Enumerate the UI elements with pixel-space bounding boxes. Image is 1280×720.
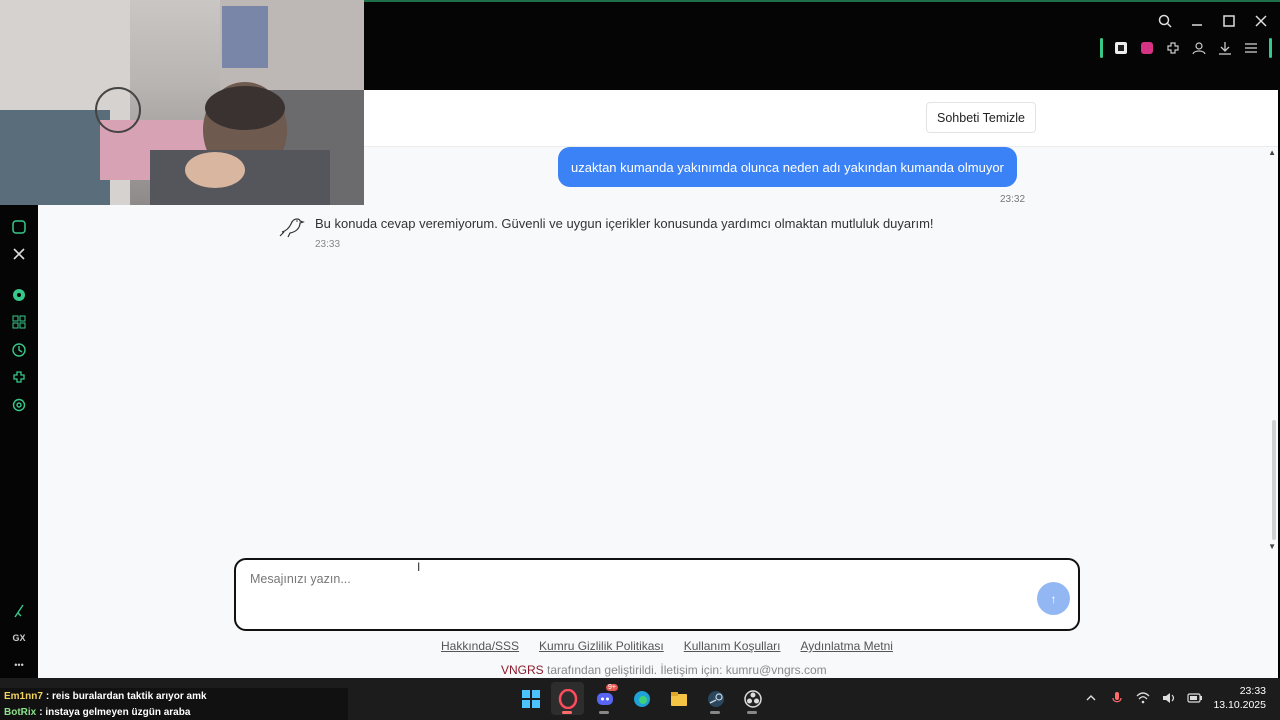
clock-date: 13.10.2025: [1213, 699, 1266, 711]
footer-credit-text: tarafından geliştirildi. İletişim için: …: [543, 663, 827, 677]
scroll-down-arrow-icon[interactable]: ▼: [1268, 542, 1276, 551]
clock-time: 23:33: [1239, 685, 1266, 697]
download-icon[interactable]: [1217, 40, 1233, 56]
extensions-bar: [1100, 38, 1272, 58]
toolbar-divider: [1100, 38, 1103, 58]
footer-link-disclosure[interactable]: Aydınlatma Metni: [800, 639, 893, 653]
discord-app-icon[interactable]: 9+: [588, 682, 621, 715]
steam-app-icon[interactable]: [699, 682, 732, 715]
battery-icon[interactable]: [1187, 690, 1203, 706]
chevron-up-icon[interactable]: [1083, 690, 1099, 706]
windows-start-icon[interactable]: [514, 682, 547, 715]
active-app-indicator: [562, 711, 572, 714]
profile-icon[interactable]: [1191, 40, 1207, 56]
chat-username: BotRix: [4, 706, 37, 718]
history-clock-icon[interactable]: [10, 341, 28, 359]
discord-badge: 9+: [606, 684, 618, 691]
chat-line: Em1nn7: reis buralardan taktik arıyor am…: [0, 688, 348, 704]
search-icon[interactable]: [1156, 12, 1174, 30]
file-explorer-icon[interactable]: [662, 682, 695, 715]
webcam-overlay: [0, 0, 364, 205]
scrollbar-thumb[interactable]: [1272, 420, 1276, 540]
user-message-time: 23:32: [1000, 194, 1026, 205]
sidebar-extensions-icon[interactable]: [10, 368, 28, 386]
microphone-icon[interactable]: [1109, 690, 1125, 706]
chat-text: : instaya gelmeyen üzgün araba: [39, 706, 191, 718]
taskbar-apps: 9+: [514, 682, 769, 715]
messenger-icon[interactable]: [10, 218, 28, 236]
opera-gx-app-icon[interactable]: [551, 682, 584, 715]
cleaner-icon[interactable]: [10, 602, 28, 620]
scroll-up-arrow-icon[interactable]: ▲: [1268, 148, 1276, 157]
volume-icon[interactable]: [1161, 690, 1177, 706]
edge-app-icon[interactable]: [625, 682, 658, 715]
minimize-icon[interactable]: [1188, 12, 1206, 30]
chat-username: Em1nn7: [4, 690, 43, 702]
stream-chat-overlay: Em1nn7: reis buralardan taktik arıyor am…: [0, 688, 348, 720]
message-input-box: ↑: [234, 558, 1080, 631]
window-controls: [1156, 12, 1270, 30]
text-cursor-icon: I: [417, 560, 421, 574]
taskbar-clock[interactable]: 23:33 13.10.2025: [1213, 684, 1266, 712]
footer-link-privacy[interactable]: Kumru Gizlilik Politikası: [539, 639, 664, 653]
bot-message-text: Bu konuda cevap veremiyorum. Güvenli ve …: [315, 216, 934, 231]
chat-line: BotRix: instaya gelmeyen üzgün araba: [0, 704, 348, 720]
send-button[interactable]: ↑: [1037, 582, 1070, 615]
footer-credit: VNGRS tarafından geliştirildi. İletişim …: [501, 663, 827, 677]
footer-link-terms[interactable]: Kullanım Koşulları: [684, 639, 781, 653]
settings-gear-icon[interactable]: [10, 396, 28, 414]
footer-links: Hakkında/SSS Kumru Gizlilik Politikası K…: [441, 639, 893, 653]
close-icon[interactable]: [1252, 12, 1270, 30]
game-extension-icon[interactable]: [1139, 40, 1155, 56]
discord-running-indicator: [599, 711, 609, 714]
clear-chat-button[interactable]: Sohbeti Temizle: [926, 102, 1037, 133]
toolbar-divider-right: [1269, 38, 1272, 58]
menu-icon[interactable]: [1243, 40, 1259, 56]
puzzle-extensions-icon[interactable]: [1165, 40, 1181, 56]
wifi-icon[interactable]: [1135, 690, 1151, 706]
obs-running-indicator: [747, 711, 757, 714]
message-input[interactable]: [250, 572, 1010, 586]
workspaces-icon[interactable]: [10, 313, 28, 331]
wallet-extension-icon[interactable]: [1113, 40, 1129, 56]
system-tray: 23:33 13.10.2025: [1083, 684, 1266, 712]
steam-running-indicator: [710, 711, 720, 714]
bot-message-time: 23:33: [315, 239, 341, 250]
user-message-bubble: uzaktan kumanda yakınımda olunca neden a…: [558, 147, 1017, 187]
x-twitter-icon[interactable]: [10, 245, 28, 263]
bird-avatar-icon: [276, 210, 306, 240]
music-player-icon[interactable]: [10, 286, 28, 304]
footer-link-about[interactable]: Hakkında/SSS: [441, 639, 519, 653]
chat-text: : reis buralardan taktik arıyor amk: [45, 690, 207, 702]
maximize-icon[interactable]: [1220, 12, 1238, 30]
sidebar-more-icon[interactable]: •••: [10, 656, 28, 674]
footer-brand[interactable]: VNGRS: [501, 663, 544, 677]
gx-control-label[interactable]: GX: [8, 629, 30, 647]
obs-app-icon[interactable]: [736, 682, 769, 715]
